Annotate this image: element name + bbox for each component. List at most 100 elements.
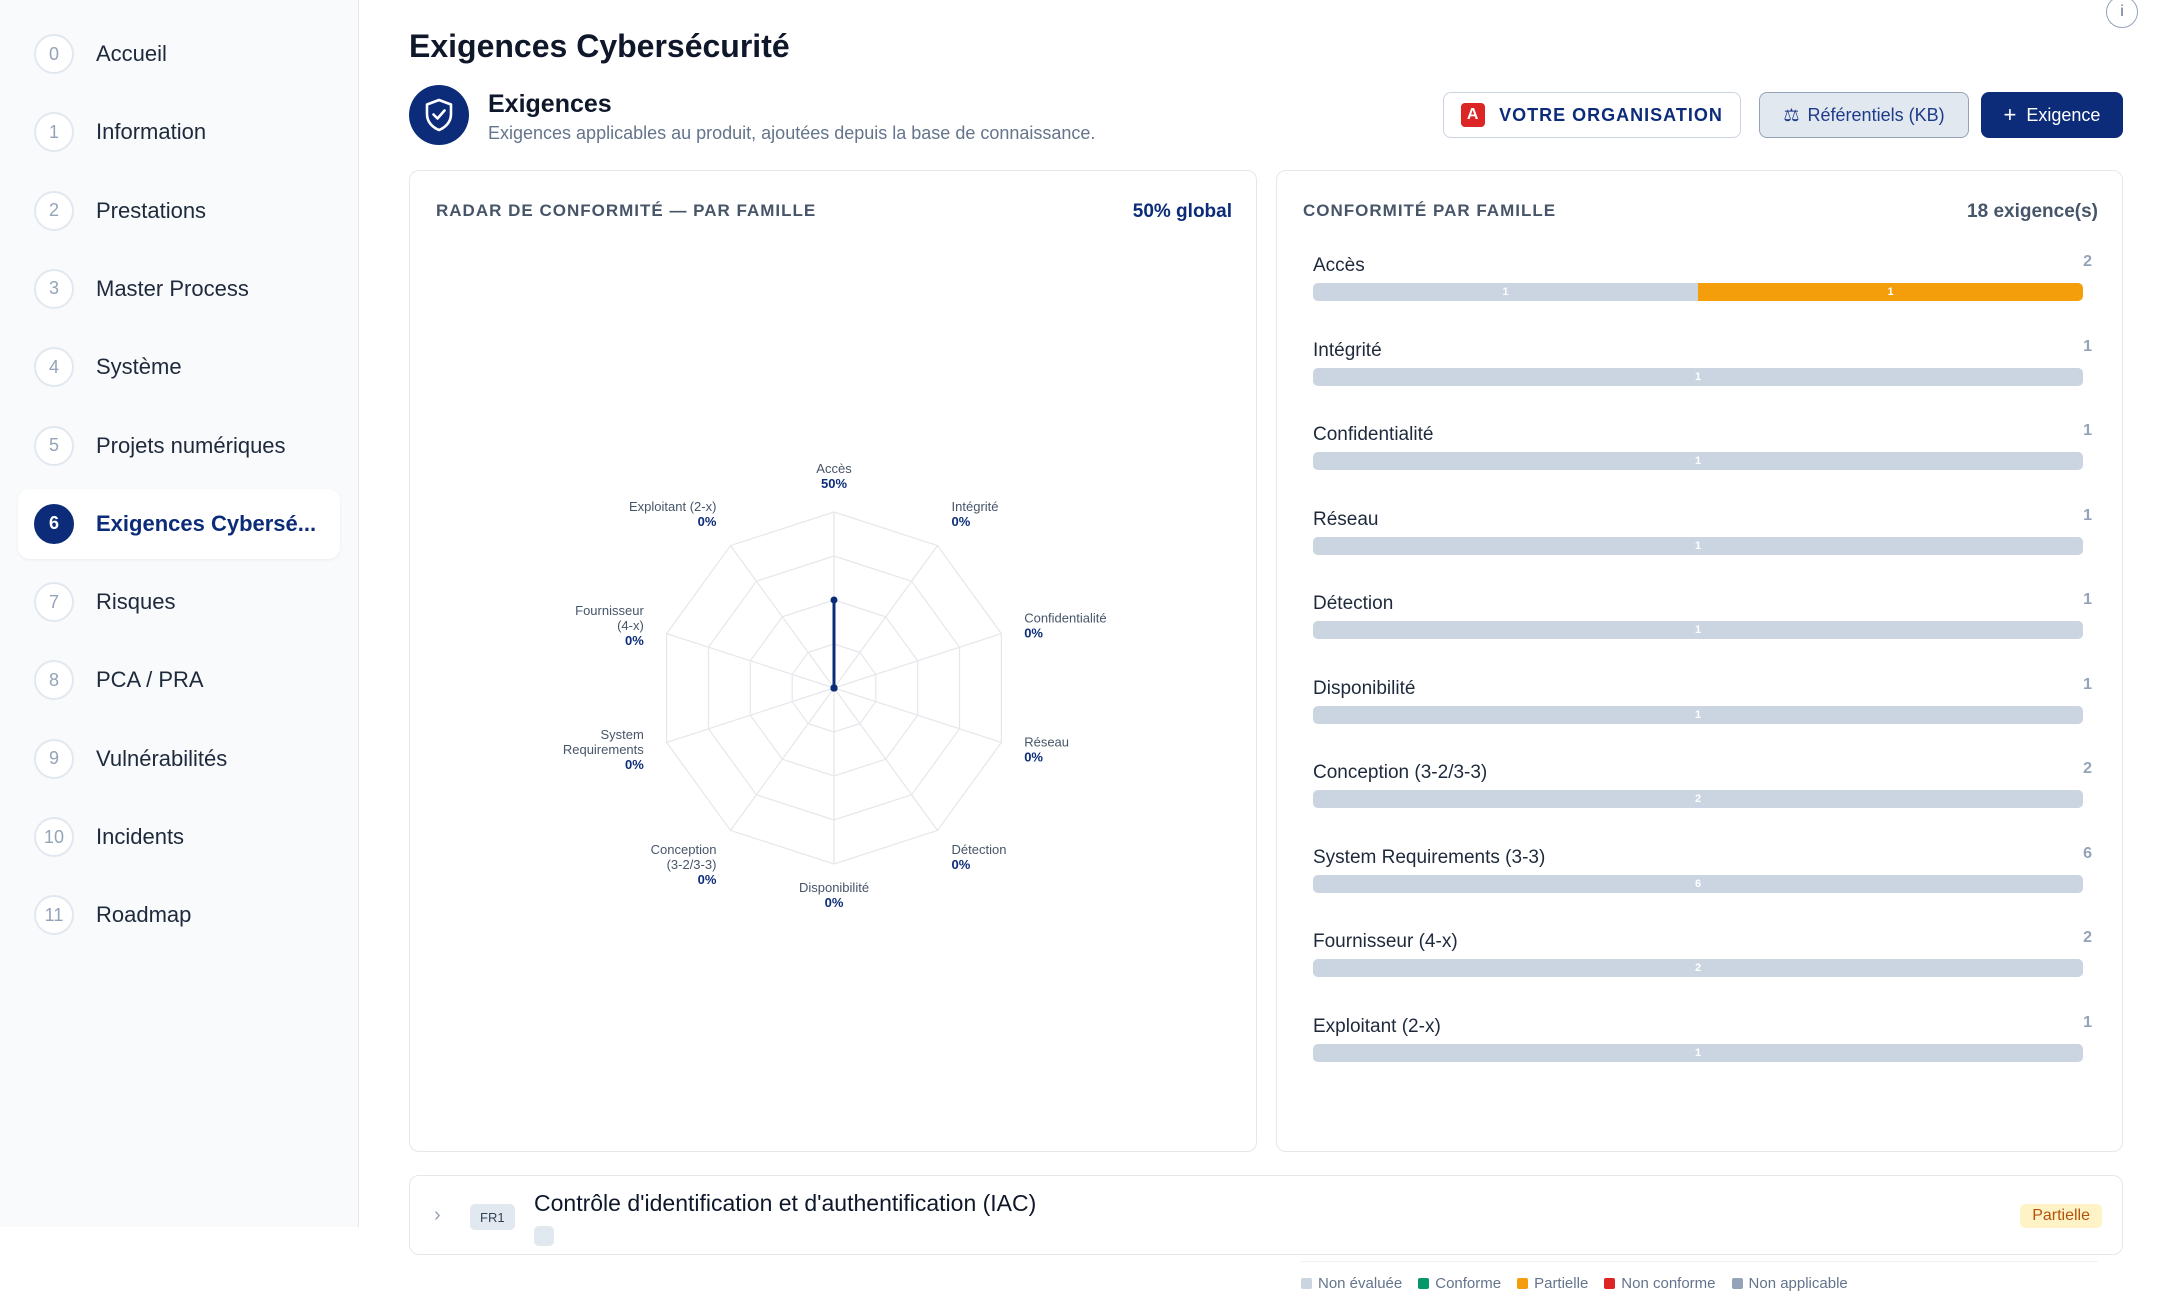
radar-axis-label-line: Intégrité: [952, 499, 999, 514]
sidebar-item-label: Prestations: [96, 197, 207, 223]
bar-segment-non-evaluee: 1: [1313, 1043, 2083, 1062]
organization-button[interactable]: A VOTRE ORGANISATION: [1443, 92, 1741, 138]
family-progress-bar: 2: [1313, 790, 2083, 808]
sidebar-item-label: PCA / PRA: [96, 667, 204, 693]
radar-axis-value: 0%: [625, 757, 644, 772]
bar-segment-non-evaluee: 2: [1313, 790, 2083, 808]
status-legend: Non évaluée Conforme Partielle Non conforme…: [1301, 1275, 1848, 1292]
bar-segment-non-evaluee: 6: [1313, 874, 2083, 893]
radar-axis-value: 0%: [1024, 626, 1043, 641]
sidebar-item-7[interactable]: 7 Risques: [18, 567, 340, 637]
sidebar-item-label: Système: [96, 354, 182, 380]
family-name: Fournisseur (4-x): [1313, 931, 1458, 952]
sidebar-item-2[interactable]: 2 Prestations: [18, 176, 340, 246]
legend-label: Non conforme: [1621, 1275, 1716, 1292]
step-number: 0: [34, 34, 74, 74]
family-count: 1: [2083, 506, 2092, 524]
radar-axis-value: 0%: [952, 514, 971, 529]
family-count: 1: [2083, 591, 2092, 608]
step-number: 3: [34, 268, 74, 309]
radar-axis-line: [730, 545, 835, 689]
radar-axis-value: 0%: [698, 872, 717, 887]
plus-icon: +: [2003, 102, 2017, 127]
family-name: Accès: [1313, 255, 1365, 276]
sidebar-item-label: Incidents: [96, 824, 185, 849]
sidebar-item-6[interactable]: 6 Exigences Cybersé...: [18, 488, 340, 559]
family-name: Confidentialité: [1313, 424, 1434, 445]
sidebar-item-0[interactable]: 0 Accueil: [18, 19, 340, 89]
family-progress-bar: 1: [1313, 367, 2083, 386]
sidebar: 0 Accueil 1 Information 2 Prestations 3 Master …: [0, 0, 359, 1227]
sidebar-item-5[interactable]: 5 Projets numériques: [18, 411, 340, 481]
sidebar-item-11[interactable]: 11 Roadmap: [18, 880, 340, 950]
organization-logo-icon: A: [1461, 103, 1486, 127]
radar-axis-value: 0%: [698, 514, 717, 529]
bar-segment-non-evaluee: 2: [1313, 959, 2083, 977]
radar-chart: Accès 50%Intégrité 0%Confidentialité 0%Rése…: [563, 461, 1107, 910]
family-name: Détection: [1313, 593, 1394, 614]
sidebar-item-label: Master Process: [96, 275, 249, 301]
step-number: 4: [34, 347, 74, 388]
radar-axis-value: 0%: [625, 633, 644, 648]
bar-segment-non-evaluee: 1: [1313, 283, 1698, 301]
legend-item-non-conforme: Non conforme: [1604, 1275, 1716, 1292]
radar-axis-label: System Requirements 0%: [563, 727, 644, 772]
legend-item-conforme: Conforme: [1418, 1275, 1501, 1292]
knowledge-base-button[interactable]: ⚖ Référentiels (KB): [1759, 92, 1969, 138]
legend-swatch: [1604, 1278, 1616, 1289]
knowledge-base-button-label: Référentiels (KB): [1807, 104, 1945, 125]
family-count: 1: [2083, 337, 2092, 355]
family-progress-bar: 1: [1313, 1043, 2083, 1062]
chevron-right-icon[interactable]: ›: [434, 1204, 441, 1227]
bar-segment-non-evaluee: 1: [1313, 536, 2083, 555]
family-count: 6: [2083, 844, 2092, 862]
requirement-status-badge: Partielle: [2020, 1204, 2102, 1228]
radar-axis-label-line: Fournisseur: [575, 603, 644, 618]
step-number: 7: [34, 582, 74, 623]
radar-axis-label: Exploitant (2-x) 0%: [629, 499, 717, 529]
families-card: CONFORMITÉ PAR FAMILLE 18 exigence(s) Ac…: [1276, 170, 2123, 1292]
sidebar-item-1[interactable]: 1 Information: [18, 97, 340, 167]
family-progress-bar: 1: [1313, 621, 2083, 639]
sidebar-item-label: Accueil: [96, 41, 167, 66]
step-number: 8: [34, 660, 74, 701]
legend-divider: [1301, 1261, 2098, 1262]
requirement-card[interactable]: › FR1 Contrôle d'identification et d'aut…: [409, 1175, 2123, 1255]
family-progress-bar: 6: [1313, 874, 2083, 893]
info-icon[interactable]: i: [2106, 0, 2138, 28]
sidebar-item-3[interactable]: 3 Master Process: [18, 254, 340, 324]
sidebar-item-label: Projets numériques: [96, 432, 286, 458]
family-progress-bar: 1: [1313, 705, 2083, 724]
global-score: 50% global: [1132, 201, 1232, 222]
family-name: System Requirements (3-3): [1313, 846, 1546, 868]
radar-axis-line: [730, 687, 835, 831]
family-count: 1: [2083, 1013, 2092, 1031]
add-requirement-button-label: Exigence: [2026, 104, 2101, 125]
radar-axis-label-line: (3-2/3-3): [667, 857, 717, 872]
family-name: Intégrité: [1313, 339, 1382, 361]
radar-axis-label: Détection 0%: [952, 842, 1007, 872]
radar-axis-label: Disponibilité 0%: [799, 880, 869, 910]
step-number: 1: [34, 112, 74, 153]
shield-icon: [409, 85, 469, 145]
family-progress-bar: 2: [1313, 959, 2083, 977]
sidebar-item-4[interactable]: 4 Système: [18, 332, 340, 402]
legend-label: Partielle: [1534, 1275, 1589, 1292]
family-count: 1: [2083, 422, 2092, 439]
radar-axis-label-line: Conception: [651, 842, 717, 857]
legend-swatch: [1418, 1278, 1430, 1289]
add-requirement-button[interactable]: + Exigence: [1981, 92, 2123, 138]
requirement-title: Contrôle d'identification et d'authentif…: [534, 1190, 1037, 1216]
requirement-reference-chip: [534, 1226, 554, 1246]
legend-item-partielle: Partielle: [1517, 1275, 1588, 1292]
radar-axis-label-line: (4-x): [617, 618, 644, 633]
radar-axis-label-line: Confidentialité: [1024, 611, 1106, 626]
section-subtitle: Exigences applicables au produit, ajouté…: [488, 123, 1096, 143]
radar-axis-value: 0%: [1024, 749, 1043, 764]
radar-axis-label-line: Requirements: [563, 742, 644, 757]
sidebar-item-9[interactable]: 9 Vulnérabilités: [18, 724, 340, 794]
step-number: 2: [34, 190, 74, 231]
sidebar-item-8[interactable]: 8 PCA / PRA: [18, 645, 340, 715]
radar-axis-label-line: Réseau: [1024, 734, 1069, 749]
sidebar-item-10[interactable]: 10 Incidents: [18, 802, 340, 872]
